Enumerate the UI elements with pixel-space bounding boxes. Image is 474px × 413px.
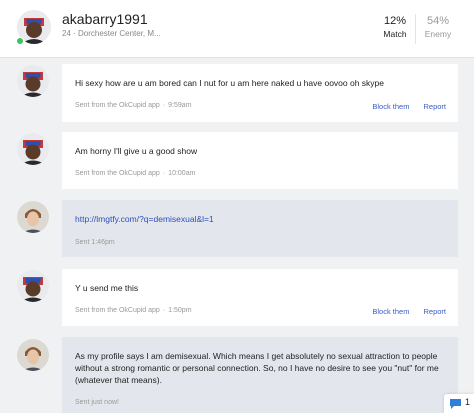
message-bubble: Am horny I'll give u a good show Sent fr… bbox=[62, 132, 458, 189]
message-status: Sent just now! bbox=[75, 399, 119, 406]
message-status: Sent 1:46pm bbox=[75, 239, 115, 246]
conversation-header: akabarry1991 24 · Dorchester Center, M..… bbox=[0, 0, 474, 58]
sender-avatar[interactable] bbox=[17, 270, 49, 302]
block-them-link[interactable]: Block them bbox=[372, 307, 409, 316]
message-time: 1:50pm bbox=[168, 307, 192, 314]
report-link[interactable]: Report bbox=[423, 102, 446, 111]
message-bubble: Hi sexy how are u am bored can I nut for… bbox=[62, 64, 458, 122]
message-actions: Block them Report bbox=[372, 102, 446, 111]
match-percentage: 12% bbox=[383, 15, 407, 27]
message-link[interactable]: http://lmgtfy.com/?q=demisexual&l=1 bbox=[75, 213, 444, 225]
sender-avatar[interactable] bbox=[17, 65, 49, 97]
message-text: As my profile says I am demisexual. Whic… bbox=[75, 351, 439, 385]
message-meta: Sent from the OkCupid app · 10:00am bbox=[75, 170, 196, 177]
message-time: 9:59am bbox=[168, 102, 192, 109]
enemy-percentage: 54% bbox=[426, 15, 450, 27]
enemy-stat: 54% Enemy bbox=[414, 14, 462, 41]
report-link[interactable]: Report bbox=[423, 307, 446, 316]
sender-avatar[interactable] bbox=[17, 133, 49, 165]
chat-bubble-icon bbox=[450, 399, 461, 409]
own-avatar[interactable] bbox=[17, 339, 49, 371]
online-status-dot bbox=[16, 37, 24, 45]
message-source: Sent from the OkCupid app bbox=[75, 307, 160, 314]
own-avatar[interactable] bbox=[17, 201, 49, 233]
message-meta: Sent from the OkCupid app · 1:50pm bbox=[75, 307, 192, 314]
match-stat: 12% Match bbox=[371, 14, 419, 41]
message-bubble: Y u send me this Sent from the OkCupid a… bbox=[62, 269, 458, 326]
block-them-link[interactable]: Block them bbox=[372, 102, 409, 111]
message-text: Y u send me this bbox=[75, 283, 139, 293]
chat-count: 1 bbox=[465, 397, 471, 407]
enemy-label: Enemy bbox=[424, 29, 452, 39]
chat-notification-badge[interactable]: 1 bbox=[444, 394, 474, 413]
message-source: Sent from the OkCupid app bbox=[75, 170, 160, 177]
message-bubble: http://lmgtfy.com/?q=demisexual&l=1 Sent… bbox=[62, 200, 458, 257]
message-actions: Block them Report bbox=[372, 307, 446, 316]
message-text: Hi sexy how are u am bored can I nut for… bbox=[75, 78, 385, 88]
message-bubble: As my profile says I am demisexual. Whic… bbox=[62, 337, 458, 413]
message-meta: Sent from the OkCupid app · 9:59am bbox=[75, 102, 192, 109]
message-text: Am horny I'll give u a good show bbox=[75, 146, 198, 156]
message-time: 10:00am bbox=[168, 170, 196, 177]
match-label: Match bbox=[383, 29, 407, 39]
profile-location: 24 · Dorchester Center, M... bbox=[62, 29, 161, 38]
profile-username[interactable]: akabarry1991 bbox=[62, 11, 148, 27]
message-source: Sent from the OkCupid app bbox=[75, 102, 160, 109]
